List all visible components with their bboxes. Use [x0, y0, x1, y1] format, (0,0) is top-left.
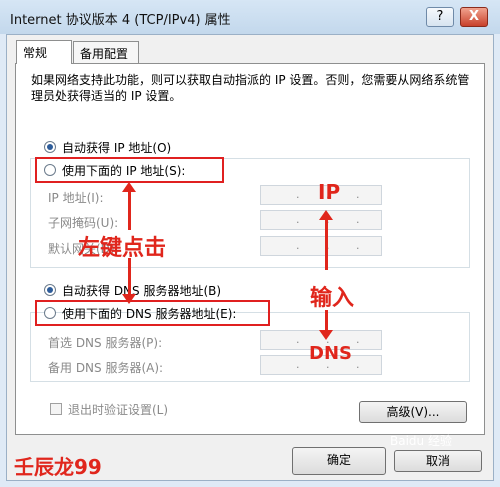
close-icon: X: [468, 9, 480, 24]
ip-annotation: IP: [318, 180, 341, 204]
manual-ip-label: 使用下面的 IP 地址(S):: [62, 164, 186, 178]
tab-general[interactable]: 常规: [16, 40, 72, 64]
validate-label: 退出时验证设置(L): [68, 403, 169, 417]
manual-dns-radio[interactable]: [44, 307, 56, 319]
description-text: 如果网络支持此功能，则可以获取自动指派的 IP 设置。否则，您需要从网络系统管理…: [31, 73, 470, 103]
subnet-mask-label: 子网掩码(U):: [48, 216, 119, 230]
author-signature: 壬辰龙99: [14, 455, 102, 479]
validate-checkbox[interactable]: [50, 403, 62, 415]
manual-dns-label: 使用下面的 DNS 服务器地址(E):: [62, 307, 237, 321]
input-annotation: 输入: [310, 286, 355, 311]
baidu-watermark: Baidu 经验: [390, 434, 452, 448]
help-button[interactable]: ?: [426, 7, 454, 27]
auto-ip-label: 自动获得 IP 地址(O): [62, 141, 172, 155]
arrow-up-to-manual-ip: [128, 190, 131, 230]
default-gateway-input[interactable]: ...: [260, 236, 382, 256]
alternate-dns-label: 备用 DNS 服务器(A):: [48, 361, 164, 375]
preferred-dns-label: 首选 DNS 服务器(P):: [48, 336, 163, 350]
auto-ip-radio[interactable]: [44, 141, 56, 153]
arrow-up-to-ip: [325, 218, 328, 270]
dns-annotation: DNS: [309, 343, 352, 364]
arrow-head-down-icon: [122, 294, 136, 304]
window-title: Internet 协议版本 4 (TCP/IPv4) 属性: [10, 13, 231, 28]
left-click-annotation: 左键点击: [78, 236, 167, 261]
cancel-button[interactable]: 取消: [394, 450, 482, 472]
auto-dns-radio[interactable]: [44, 284, 56, 296]
arrow-head-up-icon-2: [319, 210, 333, 220]
arrow-down-to-manual-dns: [128, 258, 131, 298]
advanced-button[interactable]: 高级(V)...: [359, 401, 467, 423]
help-icon: ?: [436, 9, 444, 24]
tab-alternate-config[interactable]: 备用配置: [73, 41, 139, 63]
auto-dns-label: 自动获得 DNS 服务器地址(B): [62, 284, 222, 298]
arrow-head-up-icon: [122, 182, 136, 192]
manual-ip-radio[interactable]: [44, 164, 56, 176]
close-button[interactable]: X: [460, 7, 488, 27]
ok-button[interactable]: 确定: [292, 447, 386, 475]
arrow-head-down-icon-2: [319, 330, 333, 340]
ip-address-label: IP 地址(I):: [48, 191, 104, 205]
